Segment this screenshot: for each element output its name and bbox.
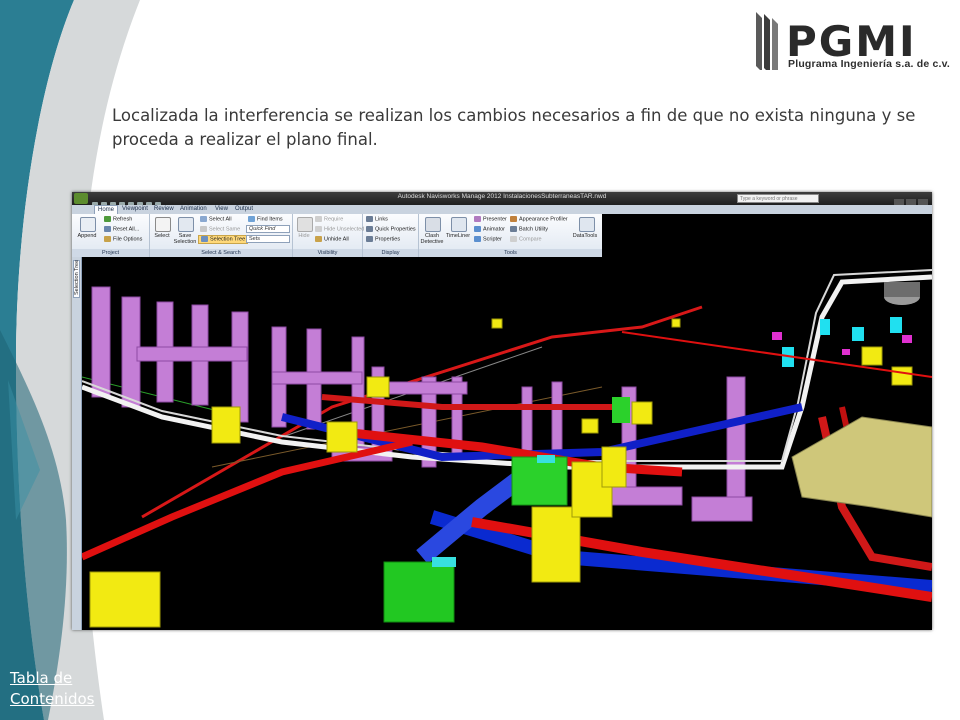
scripter-icon	[474, 236, 481, 242]
quick-properties-icon	[366, 226, 373, 232]
refresh-button[interactable]: Refresh	[104, 216, 132, 223]
toc-link-line1[interactable]: Tabla de	[10, 668, 94, 689]
require-icon	[315, 216, 322, 222]
hide-button[interactable]: Hide	[294, 233, 314, 239]
sets-dropdown[interactable]: Sets	[246, 235, 290, 243]
selection-tree-tab[interactable]: Selection Tree	[73, 260, 80, 298]
select-button[interactable]: Select	[152, 233, 172, 239]
selection-tree-button[interactable]: Selection Tree	[198, 235, 249, 245]
group-visibility: Hide Require Hide Unselected Unhide All …	[293, 214, 364, 257]
save-selection-icon[interactable]	[178, 217, 194, 232]
presenter-icon	[474, 216, 481, 222]
append-button[interactable]: Append	[76, 233, 98, 239]
require-button[interactable]: Require	[315, 216, 343, 223]
quick-find-input[interactable]: Quick Find	[246, 225, 290, 233]
group-tools: Clash Detective TimeLiner Presenter Anim…	[419, 214, 602, 257]
tab-review[interactable]: Review	[154, 205, 174, 214]
group-project: Append Refresh Reset All... File Options…	[72, 214, 150, 257]
tab-output[interactable]: Output	[235, 205, 253, 214]
group-project-label[interactable]: Project	[72, 249, 149, 257]
logo-subtitle: Plugrama Ingeniería s.a. de c.v.	[788, 58, 951, 70]
presenter-button[interactable]: Presenter	[474, 216, 507, 223]
tab-home[interactable]: Home	[94, 205, 119, 214]
clash-detective-label-2[interactable]: Detective	[419, 239, 445, 245]
group-tools-label[interactable]: Tools	[419, 249, 602, 257]
properties-button[interactable]: Properties	[366, 236, 400, 243]
ribbon-empty-area	[602, 214, 932, 257]
datatools-button[interactable]: DataTools	[569, 233, 601, 239]
animator-button[interactable]: Animator	[474, 226, 505, 233]
docked-sidebar: Selection Tree	[72, 257, 82, 630]
group-display: Links Quick Properties Properties Displa…	[363, 214, 419, 257]
select-all-icon	[200, 216, 207, 222]
links-button[interactable]: Links	[366, 216, 388, 223]
3d-viewport[interactable]	[82, 257, 932, 630]
select-all-button[interactable]: Select All	[200, 216, 232, 223]
animator-icon	[474, 226, 481, 232]
group-select-search-label[interactable]: Select & Search	[150, 249, 292, 257]
timeliner-icon[interactable]	[451, 217, 467, 232]
help-search-input[interactable]: Type a keyword or phrase	[737, 194, 819, 203]
find-items-icon	[248, 216, 255, 222]
refresh-icon	[104, 216, 111, 222]
toc-link[interactable]: Tabla de Contenidos	[10, 668, 94, 710]
reset-icon	[104, 226, 111, 232]
ribbon-panel: Append Refresh Reset All... File Options…	[72, 214, 602, 258]
grey-tank-body	[884, 282, 920, 297]
reset-all-button[interactable]: Reset All...	[104, 226, 139, 233]
navisworks-window: Autodesk Navisworks Manage 2012 Instalac…	[72, 192, 932, 630]
slide-caption: Localizada la interferencia se realizan …	[112, 106, 916, 149]
select-same-icon	[200, 226, 207, 232]
selection-tree-icon	[201, 236, 208, 242]
tab-view[interactable]: View	[215, 205, 228, 214]
clash-detective-icon[interactable]	[425, 217, 441, 232]
group-display-label[interactable]: Display	[363, 249, 418, 257]
tab-animation[interactable]: Animation	[180, 205, 207, 214]
app-titlebar: Autodesk Navisworks Manage 2012 Instalac…	[72, 192, 932, 208]
batch-utility-button[interactable]: Batch Utility	[510, 226, 548, 233]
find-items-button[interactable]: Find Items	[248, 216, 283, 223]
group-visibility-label[interactable]: Visibility	[293, 249, 362, 257]
datatools-icon[interactable]	[579, 217, 595, 232]
append-icon[interactable]	[80, 217, 96, 232]
file-options-button[interactable]: File Options	[104, 236, 142, 243]
appearance-profiler-icon	[510, 216, 517, 222]
ribbon-tabs: Home Viewpoint Review Animation View Out…	[72, 205, 932, 214]
group-select-search: Select Save Selection Select All Select …	[150, 214, 293, 257]
pgmi-logo: PGMI	[752, 10, 952, 86]
tab-viewpoint[interactable]: Viewpoint	[122, 205, 148, 214]
file-options-icon	[104, 236, 111, 242]
hide-unselected-button[interactable]: Hide Unselected	[315, 226, 364, 233]
select-same-button[interactable]: Select Same	[200, 226, 240, 233]
compare-icon	[510, 236, 517, 242]
hide-unselected-icon	[315, 226, 322, 232]
select-icon[interactable]	[155, 217, 171, 232]
toc-link-line2[interactable]: Contenidos	[10, 689, 94, 710]
batch-utility-icon	[510, 226, 517, 232]
unhide-all-button[interactable]: Unhide All	[315, 236, 349, 243]
timeliner-button[interactable]: TimeLiner	[445, 233, 471, 239]
compare-button[interactable]: Compare	[510, 236, 542, 243]
unhide-all-icon	[315, 236, 322, 242]
scripter-button[interactable]: Scripter	[474, 236, 502, 243]
links-icon	[366, 216, 373, 222]
quick-properties-button[interactable]: Quick Properties	[366, 226, 416, 233]
save-selection-label-2[interactable]: Selection	[172, 239, 198, 245]
hide-icon[interactable]	[297, 217, 313, 232]
properties-icon	[366, 236, 373, 242]
appearance-profiler-button[interactable]: Appearance Profiler	[510, 216, 568, 223]
